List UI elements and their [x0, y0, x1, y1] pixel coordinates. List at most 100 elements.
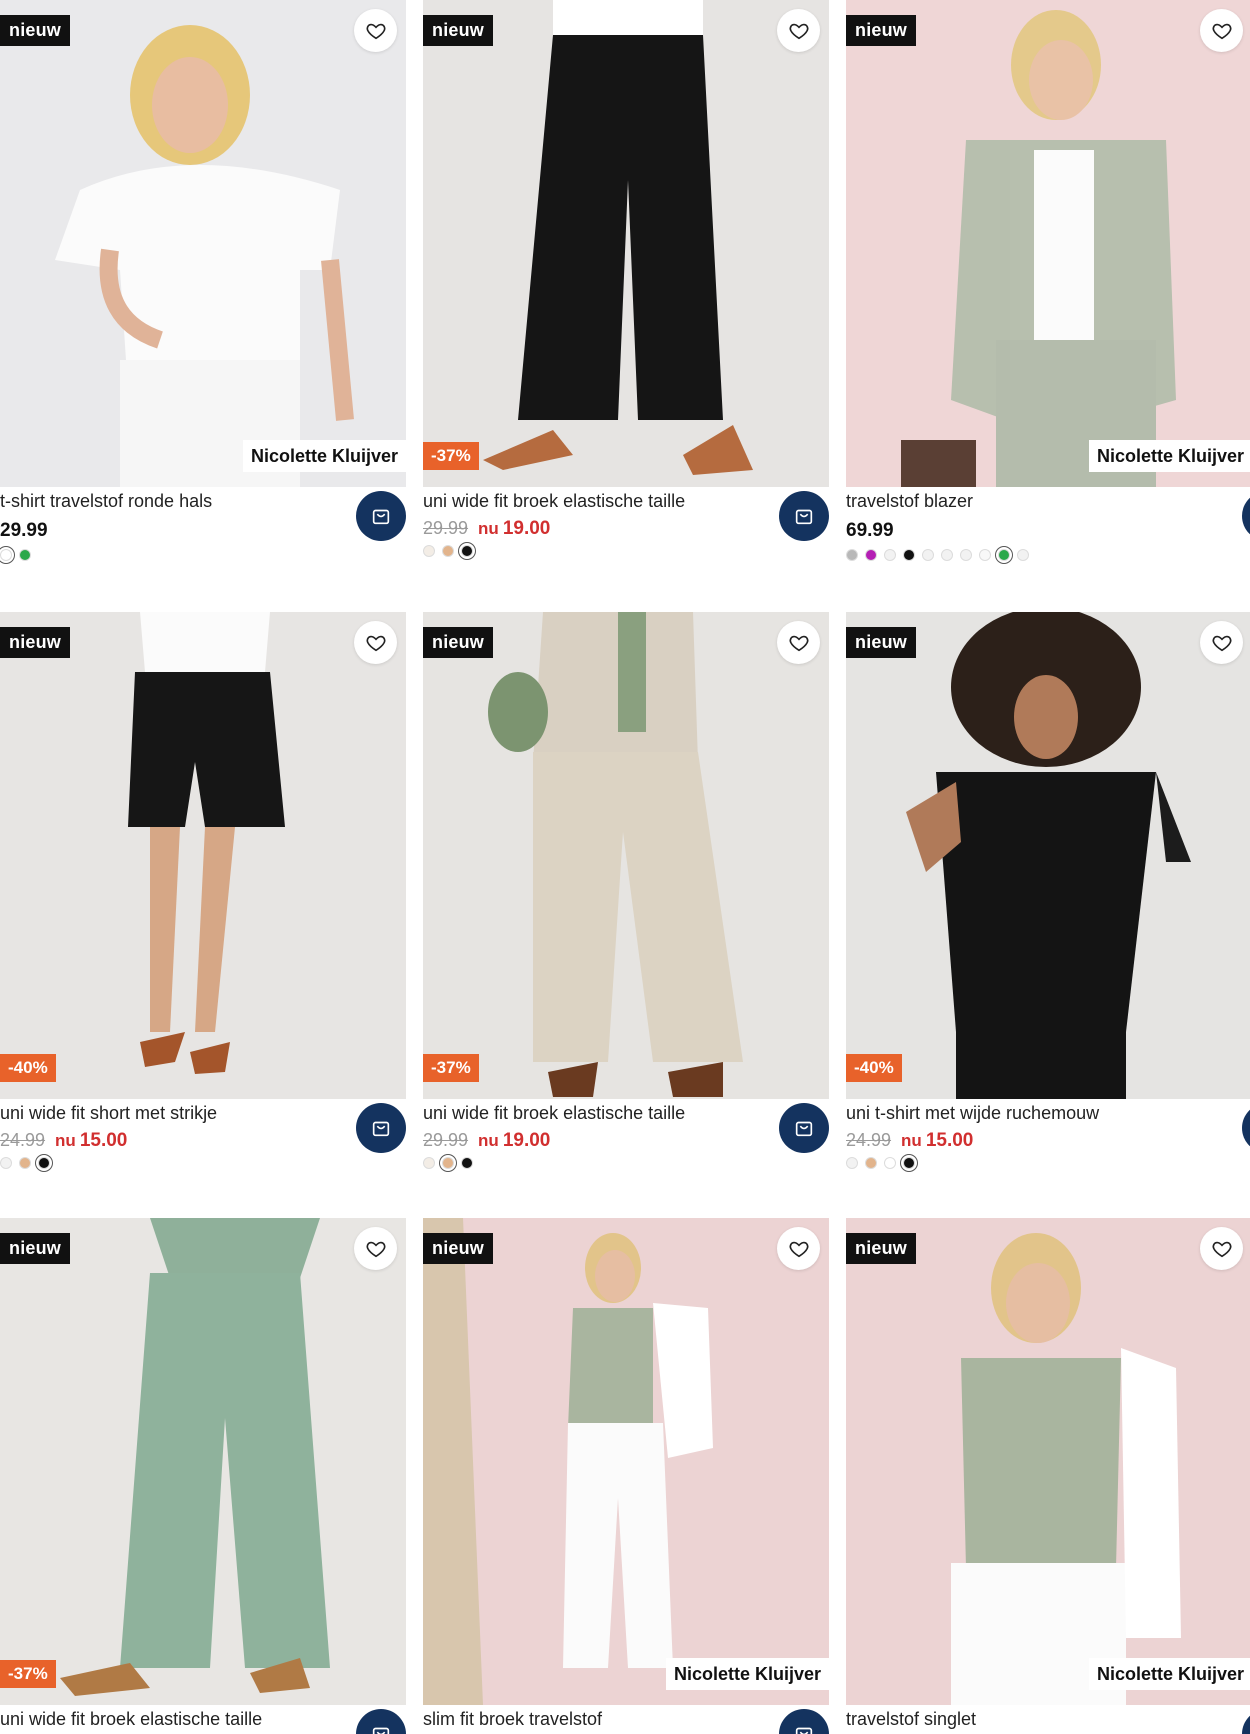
- product-image[interactable]: nieuw Nicolette Kluijver: [0, 0, 406, 487]
- discount-badge: -40%: [0, 1054, 56, 1082]
- favorite-button[interactable]: [777, 621, 820, 664]
- color-swatch[interactable]: [941, 549, 953, 561]
- add-to-cart-button[interactable]: [779, 1103, 829, 1153]
- color-swatches: [423, 545, 473, 557]
- product-photo: [0, 1218, 406, 1705]
- product-image[interactable]: nieuw Nicolette Kluijver: [423, 1218, 829, 1705]
- product-card[interactable]: nieuw -40% uni wide fit short met strikj…: [0, 612, 406, 1199]
- color-swatch[interactable]: [865, 549, 877, 561]
- product-title[interactable]: t-shirt travelstof ronde hals: [0, 491, 212, 512]
- color-swatch[interactable]: [960, 549, 972, 561]
- product-image[interactable]: nieuw -40%: [0, 612, 406, 1099]
- new-badge: nieuw: [423, 15, 494, 46]
- add-to-cart-button[interactable]: [779, 491, 829, 541]
- product-title[interactable]: uni wide fit broek elastische taille: [423, 491, 685, 512]
- product-card[interactable]: nieuw -37% uni wide fit broek elastische…: [423, 0, 829, 587]
- product-title[interactable]: uni wide fit broek elastische taille: [0, 1709, 262, 1730]
- color-swatch[interactable]: [423, 1157, 435, 1169]
- sale-price: 19.00: [502, 518, 551, 539]
- sale-price: 15.00: [79, 1130, 128, 1151]
- color-swatch[interactable]: [461, 545, 473, 557]
- color-swatch[interactable]: [19, 549, 31, 561]
- product-image[interactable]: nieuw -37%: [423, 0, 829, 487]
- add-to-cart-button[interactable]: [356, 1709, 406, 1734]
- product-photo: [846, 0, 1250, 487]
- color-swatch[interactable]: [19, 1157, 31, 1169]
- color-swatch[interactable]: [442, 545, 454, 557]
- color-swatch[interactable]: [442, 1157, 454, 1169]
- new-badge: nieuw: [846, 627, 917, 658]
- add-to-cart-button[interactable]: [779, 1709, 829, 1734]
- product-card[interactable]: nieuw Nicolette Kluijver t-shirt travels…: [0, 0, 406, 587]
- product-card[interactable]: nieuw -40% uni t-shirt met wijde ruchemo…: [846, 612, 1250, 1199]
- product-image[interactable]: nieuw -37%: [0, 1218, 406, 1705]
- product-image[interactable]: nieuw Nicolette Kluijver: [846, 0, 1250, 487]
- color-swatch[interactable]: [903, 1157, 915, 1169]
- color-swatch[interactable]: [461, 1157, 473, 1169]
- heart-icon: [1212, 23, 1231, 39]
- color-swatch[interactable]: [423, 545, 435, 557]
- now-label: nu: [55, 1131, 76, 1150]
- color-swatch[interactable]: [846, 1157, 858, 1169]
- new-badge: nieuw: [846, 1233, 917, 1264]
- favorite-button[interactable]: [1200, 1227, 1243, 1270]
- color-swatch[interactable]: [884, 1157, 896, 1169]
- color-swatch[interactable]: [979, 549, 991, 561]
- product-card[interactable]: nieuw Nicolette Kluijver travelstof sing…: [846, 1218, 1250, 1734]
- favorite-button[interactable]: [354, 621, 397, 664]
- color-swatches: [0, 549, 31, 561]
- add-to-cart-button[interactable]: [1242, 1103, 1250, 1153]
- add-to-cart-button[interactable]: [356, 491, 406, 541]
- color-swatch[interactable]: [884, 549, 896, 561]
- sale-price: 15.00: [925, 1130, 974, 1151]
- product-card[interactable]: nieuw -37% uni wide fit broek elastische…: [423, 612, 829, 1199]
- heart-icon: [1212, 1241, 1231, 1257]
- now-label: nu: [901, 1131, 922, 1150]
- product-photo: [0, 0, 406, 487]
- product-image[interactable]: nieuw -37%: [423, 612, 829, 1099]
- discount-badge: -37%: [423, 1054, 479, 1082]
- shopping-bag-icon: [795, 1121, 813, 1137]
- discount-badge: -37%: [423, 442, 479, 470]
- color-swatch[interactable]: [0, 549, 12, 561]
- add-to-cart-button[interactable]: [1242, 1709, 1250, 1734]
- new-badge: nieuw: [423, 627, 494, 658]
- color-swatch[interactable]: [0, 1157, 12, 1169]
- product-photo: [423, 1218, 829, 1705]
- add-to-cart-button[interactable]: [356, 1103, 406, 1153]
- product-card[interactable]: nieuw Nicolette Kluijver travelstof blaz…: [846, 0, 1250, 587]
- product-card[interactable]: nieuw Nicolette Kluijver slim fit broek …: [423, 1218, 829, 1734]
- product-title[interactable]: uni t-shirt met wijde ruchemouw: [846, 1103, 1099, 1124]
- color-swatch[interactable]: [865, 1157, 877, 1169]
- add-to-cart-button[interactable]: [1242, 491, 1250, 541]
- color-swatch[interactable]: [38, 1157, 50, 1169]
- product-card[interactable]: nieuw -37% uni wide fit broek elastische…: [0, 1218, 406, 1734]
- color-swatch[interactable]: [1017, 549, 1029, 561]
- product-image[interactable]: nieuw Nicolette Kluijver: [846, 1218, 1250, 1705]
- favorite-button[interactable]: [777, 1227, 820, 1270]
- product-price: 29.99: [0, 520, 48, 541]
- product-title[interactable]: uni wide fit short met strikje: [0, 1103, 217, 1124]
- heart-icon: [789, 23, 808, 39]
- favorite-button[interactable]: [1200, 9, 1243, 52]
- favorite-button[interactable]: [354, 1227, 397, 1270]
- color-swatch[interactable]: [846, 549, 858, 561]
- product-title[interactable]: travelstof singlet: [846, 1709, 976, 1730]
- favorite-button[interactable]: [354, 9, 397, 52]
- product-title[interactable]: travelstof blazer: [846, 491, 973, 512]
- favorite-button[interactable]: [1200, 621, 1243, 664]
- product-photo: [0, 612, 406, 1099]
- discount-badge: -37%: [0, 1660, 56, 1688]
- color-swatch[interactable]: [998, 549, 1010, 561]
- shopping-bag-icon: [372, 1121, 390, 1137]
- sale-price: 19.00: [502, 1130, 551, 1151]
- product-title[interactable]: uni wide fit broek elastische taille: [423, 1103, 685, 1124]
- favorite-button[interactable]: [777, 9, 820, 52]
- now-label: nu: [478, 519, 499, 538]
- product-image[interactable]: nieuw -40%: [846, 612, 1250, 1099]
- shopping-bag-icon: [372, 509, 390, 525]
- heart-icon: [789, 1241, 808, 1257]
- color-swatch[interactable]: [922, 549, 934, 561]
- color-swatch[interactable]: [903, 549, 915, 561]
- product-title[interactable]: slim fit broek travelstof: [423, 1709, 602, 1730]
